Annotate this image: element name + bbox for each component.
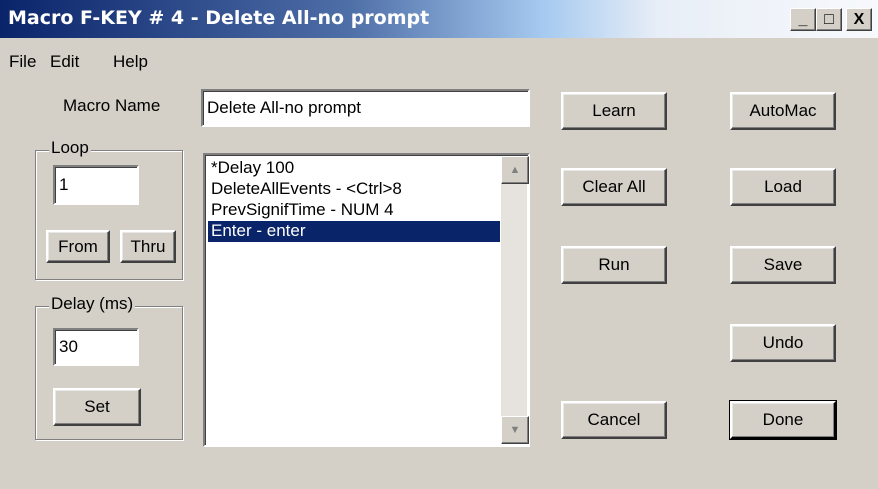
cancel-button[interactable]: Cancel — [561, 401, 667, 439]
list-item[interactable]: DeleteAllEvents - <Ctrl>8 — [208, 179, 500, 200]
list-item[interactable]: *Delay 100 — [208, 158, 500, 179]
scroll-down-arrow-icon[interactable]: ▼ — [501, 416, 529, 444]
menu-help[interactable]: Help — [113, 52, 148, 72]
minimize-button[interactable]: _ — [790, 8, 816, 31]
window-title: Macro F-KEY # 4 - Delete All-no prompt — [8, 7, 430, 29]
maximize-button[interactable]: □ — [816, 8, 842, 31]
automac-button[interactable]: AutoMac — [730, 92, 836, 130]
save-button[interactable]: Save — [730, 246, 836, 284]
undo-button[interactable]: Undo — [730, 324, 836, 362]
scroll-up-arrow-icon[interactable]: ▲ — [501, 156, 529, 184]
macro-name-label: Macro Name — [63, 96, 161, 115]
loop-group-label: Loop — [49, 138, 91, 158]
loop-count-input[interactable] — [53, 165, 139, 205]
thru-button[interactable]: Thru — [120, 230, 176, 263]
menu-file[interactable]: File — [9, 52, 36, 72]
list-item-selected[interactable]: Enter - enter — [208, 221, 500, 242]
delay-group-label: Delay (ms) — [49, 294, 136, 314]
from-button[interactable]: From — [46, 230, 110, 263]
load-button[interactable]: Load — [730, 168, 836, 206]
macro-steps-list[interactable]: *Delay 100 DeleteAllEvents - <Ctrl>8 Pre… — [203, 153, 530, 447]
clear-all-button[interactable]: Clear All — [561, 168, 667, 206]
run-button[interactable]: Run — [561, 246, 667, 284]
close-button[interactable]: X — [846, 8, 872, 31]
vertical-scrollbar[interactable]: ▲ ▼ — [501, 156, 529, 444]
macro-name-input[interactable] — [201, 89, 530, 127]
learn-button[interactable]: Learn — [561, 92, 667, 130]
list-item[interactable]: PrevSignifTime - NUM 4 — [208, 200, 500, 221]
done-button[interactable]: Done — [729, 400, 837, 440]
menu-edit[interactable]: Edit — [50, 52, 79, 72]
delay-input[interactable] — [53, 328, 139, 366]
set-button[interactable]: Set — [53, 388, 141, 426]
